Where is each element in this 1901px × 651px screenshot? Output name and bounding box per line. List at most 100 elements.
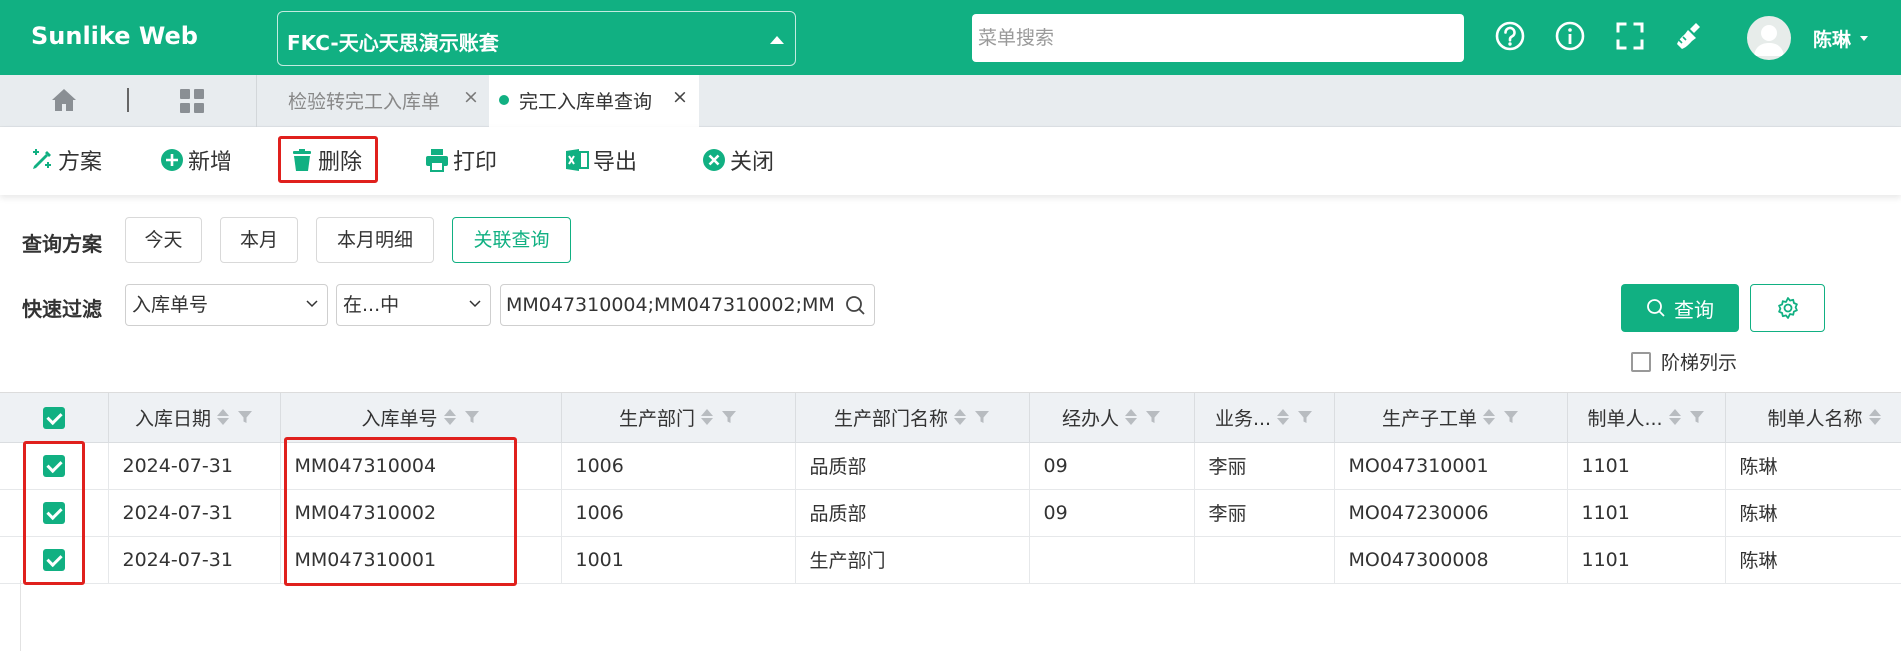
col-header-receipt-no[interactable]: 入库单号	[280, 393, 562, 443]
cell-dept-name: 生产部门	[795, 536, 1030, 584]
sort-icon[interactable]	[1868, 409, 1881, 426]
home-icon[interactable]	[50, 87, 78, 118]
filter-operator-select[interactable]: 在...中	[336, 284, 491, 326]
filter-icon[interactable]	[1297, 409, 1313, 425]
account-selector[interactable]: FKC-天心天思演示账套	[277, 11, 796, 66]
cell-dept-name: 品质部	[795, 489, 1030, 537]
info-icon[interactable]	[1554, 20, 1586, 54]
col-header-biz[interactable]: 业务...	[1194, 393, 1335, 443]
cell-biz	[1194, 536, 1335, 584]
cell-date: 2024-07-31	[108, 489, 281, 537]
filter-icon[interactable]	[974, 409, 990, 425]
broom-icon[interactable]	[1674, 20, 1706, 54]
plan-linked-query-button[interactable]: 关联查询	[452, 217, 571, 263]
sort-icon[interactable]	[1277, 409, 1290, 426]
tab-inspection-to-completion[interactable]: 检验转完工入库单 ×	[257, 75, 488, 127]
col-header-dept-name[interactable]: 生产部门名称	[795, 393, 1030, 443]
cell-dept: 1006	[561, 489, 796, 537]
search-button[interactable]: 查询	[1621, 284, 1739, 332]
menu-search-input[interactable]	[972, 14, 1464, 62]
sort-icon[interactable]	[443, 409, 456, 426]
account-label: FKC-天心天思演示账套	[287, 31, 499, 55]
cascade-checkbox[interactable]: 阶梯列示	[1631, 348, 1737, 375]
select-all-checkbox[interactable]	[42, 406, 65, 429]
add-label: 新增	[188, 150, 233, 175]
tab-bar: 检验转完工入库单 × 完工入库单查询 ×	[0, 75, 1901, 127]
cell-dept-name: 品质部	[795, 442, 1030, 490]
cell-date: 2024-07-31	[108, 442, 281, 490]
grid-menu-icon[interactable]	[179, 88, 205, 119]
plan-label: 方案	[58, 150, 103, 175]
sort-icon[interactable]	[1668, 409, 1681, 426]
cell-sub-order: MO047230006	[1334, 489, 1568, 537]
filter-icon[interactable]	[1689, 409, 1705, 425]
cell-maker: 1101	[1567, 536, 1726, 584]
filter-field-select[interactable]: 入库单号	[125, 284, 328, 326]
cell-maker-name: 陈琳	[1725, 489, 1901, 537]
col-header-handler[interactable]: 经办人	[1029, 393, 1195, 443]
sort-icon[interactable]	[1483, 409, 1495, 426]
plan-this-month-button[interactable]: 本月	[220, 217, 298, 263]
user-name[interactable]: 陈琳	[1813, 25, 1851, 52]
cell-biz: 李丽	[1194, 489, 1335, 537]
col-header-maker[interactable]: 制单人...	[1567, 393, 1726, 443]
col-header-sub-order[interactable]: 生产子工单	[1334, 393, 1568, 443]
col-header-dept[interactable]: 生产部门	[561, 393, 796, 443]
divider	[127, 88, 129, 112]
sort-icon[interactable]	[217, 409, 229, 426]
print-label: 打印	[453, 150, 498, 175]
filter-value-input[interactable]	[500, 284, 875, 326]
close-circle-icon	[703, 149, 725, 171]
cell-biz: 李丽	[1194, 442, 1335, 490]
col-title: 生产子工单	[1381, 407, 1477, 430]
plan-month-detail-button[interactable]: 本月明细	[316, 217, 434, 263]
close-button[interactable]: 关闭	[702, 143, 774, 177]
settings-button[interactable]	[1750, 284, 1825, 332]
plan-button[interactable]: 方案	[30, 143, 102, 177]
sort-icon[interactable]	[954, 409, 966, 426]
col-title: 制单人名称	[1767, 407, 1863, 430]
divider	[20, 580, 21, 651]
sort-icon[interactable]	[1125, 409, 1137, 426]
checkbox[interactable]	[1631, 351, 1651, 372]
excel-icon	[566, 149, 589, 171]
search-icon	[1647, 299, 1665, 317]
select-all-cell[interactable]	[0, 393, 109, 443]
sort-icon[interactable]	[701, 409, 713, 426]
grid-header-row: 入库日期 入库单号 生产部门 生产部门名称 经办人 业务... 生产子工单 制单…	[0, 393, 1901, 443]
filter-icon[interactable]	[1503, 409, 1519, 425]
cell-handler	[1029, 536, 1195, 584]
filter-icon[interactable]	[464, 409, 480, 425]
cell-dept: 1001	[561, 536, 796, 584]
export-button[interactable]: 导出	[565, 143, 637, 177]
search-icon[interactable]	[845, 295, 867, 317]
tab-completion-query[interactable]: 完工入库单查询 ×	[489, 75, 699, 127]
cell-sub-order: MO047310001	[1334, 442, 1568, 490]
print-button[interactable]: 打印	[425, 143, 497, 177]
fullscreen-icon[interactable]	[1614, 20, 1646, 54]
filter-icon[interactable]	[237, 409, 253, 425]
close-icon[interactable]: ×	[672, 86, 688, 108]
plan-today-button[interactable]: 今天	[125, 217, 202, 263]
gear-icon	[1777, 297, 1798, 319]
caret-down-icon[interactable]	[1860, 36, 1868, 41]
col-header-date[interactable]: 入库日期	[108, 393, 281, 443]
active-dot-icon	[499, 95, 509, 105]
chevron-down-icon	[469, 300, 481, 308]
filter-icon[interactable]	[721, 409, 737, 425]
close-label: 关闭	[730, 150, 775, 175]
cell-handler: 09	[1029, 442, 1195, 490]
caret-up-icon	[770, 36, 784, 44]
filter-icon[interactable]	[1145, 409, 1161, 425]
cell-maker: 1101	[1567, 442, 1726, 490]
brand-logo: Sunlike Web	[31, 22, 198, 50]
cascade-label: 阶梯列示	[1661, 352, 1738, 374]
help-icon[interactable]	[1494, 20, 1526, 54]
col-header-maker-name[interactable]: 制单人名称	[1725, 393, 1901, 443]
avatar[interactable]	[1747, 16, 1791, 60]
printer-icon	[426, 149, 448, 172]
cell-dept: 1006	[561, 442, 796, 490]
filter-row-label: 快速过滤	[22, 297, 102, 321]
close-icon[interactable]: ×	[463, 86, 479, 108]
add-button[interactable]: 新增	[160, 143, 232, 177]
